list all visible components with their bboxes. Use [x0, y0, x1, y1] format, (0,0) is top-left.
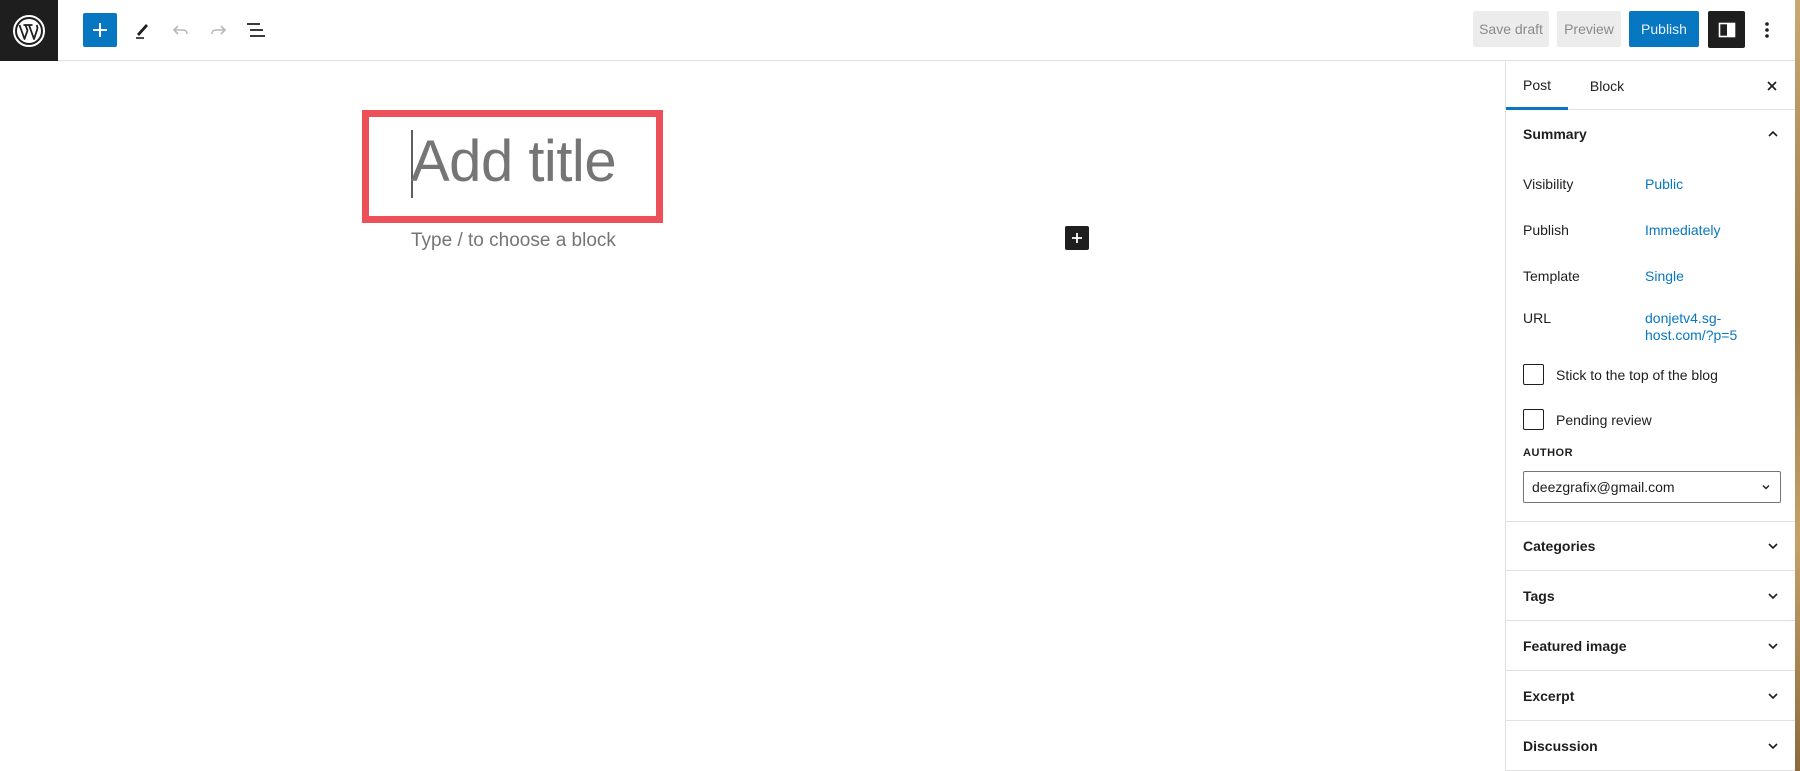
categories-panel-title: Categories	[1523, 538, 1596, 554]
close-sidebar-button[interactable]	[1760, 74, 1784, 98]
publish-button[interactable]: Publish	[1629, 11, 1699, 47]
featured-image-panel-title: Featured image	[1523, 638, 1627, 654]
plus-icon	[1072, 233, 1082, 243]
editor-canvas[interactable]: Add title Type / to choose a block	[0, 62, 1505, 771]
pending-review-label: Pending review	[1556, 412, 1652, 428]
pending-review-checkbox[interactable]	[1523, 409, 1544, 430]
undo-button[interactable]	[164, 13, 198, 47]
template-value-link[interactable]: Single	[1645, 268, 1684, 285]
visibility-label: Visibility	[1523, 176, 1574, 192]
settings-toggle-button[interactable]	[1708, 11, 1745, 48]
author-select[interactable]: deezgrafix@gmail.com	[1523, 471, 1781, 503]
sidebar-toggle-icon	[1718, 22, 1735, 37]
url-line-1: donjetv4.sg-	[1645, 310, 1722, 326]
publish-date-label: Publish	[1523, 222, 1569, 238]
editor-app: Save draft Preview Publish Add title Typ…	[0, 0, 1800, 771]
preview-button[interactable]: Preview	[1557, 11, 1621, 47]
excerpt-panel-title: Excerpt	[1523, 688, 1575, 704]
chevron-down-icon	[1763, 636, 1783, 656]
redo-button[interactable]	[201, 13, 235, 47]
undo-icon	[172, 25, 188, 35]
chevron-down-icon	[1758, 479, 1774, 495]
top-toolbar: Save draft Preview Publish	[0, 0, 1800, 61]
summary-panel-title: Summary	[1523, 126, 1587, 142]
block-appender[interactable]: Type / to choose a block	[411, 230, 616, 252]
pencil-icon	[136, 24, 148, 39]
tab-post[interactable]: Post	[1506, 62, 1568, 110]
discussion-panel-title: Discussion	[1523, 738, 1598, 754]
chevron-down-icon	[1763, 686, 1783, 706]
visibility-value-link[interactable]: Public	[1645, 176, 1683, 193]
summary-panel-header[interactable]: Summary	[1506, 110, 1796, 159]
wordpress-logo-icon[interactable]	[0, 0, 58, 61]
list-view-icon	[247, 23, 265, 37]
tags-panel-title: Tags	[1523, 588, 1555, 604]
categories-panel-header[interactable]: Categories	[1506, 522, 1796, 571]
window-edge	[1795, 0, 1800, 771]
more-vertical-icon	[1765, 22, 1769, 38]
options-menu-button[interactable]	[1755, 13, 1779, 47]
chevron-down-icon	[1763, 586, 1783, 606]
url-value-link[interactable]: donjetv4.sg- host.com/?p=5	[1645, 310, 1737, 344]
add-block-button[interactable]	[1065, 226, 1089, 250]
tags-panel-header[interactable]: Tags	[1506, 572, 1796, 621]
tab-block[interactable]: Block	[1572, 62, 1642, 110]
author-select-value: deezgrafix@gmail.com	[1532, 479, 1675, 495]
plus-icon	[93, 23, 107, 37]
settings-sidebar: Post Block Summary Visibility Public Pub…	[1505, 62, 1796, 771]
sticky-checkbox-label: Stick to the top of the blog	[1556, 367, 1718, 383]
sticky-checkbox[interactable]	[1523, 364, 1544, 385]
author-label: AUTHOR	[1523, 447, 1574, 459]
publish-date-link[interactable]: Immediately	[1645, 222, 1720, 239]
post-title-input[interactable]: Add title	[411, 126, 617, 198]
save-draft-button[interactable]: Save draft	[1473, 11, 1549, 47]
chevron-down-icon	[1763, 536, 1783, 556]
sidebar-tabs: Post Block	[1506, 62, 1796, 110]
redo-icon	[211, 25, 227, 35]
discussion-panel-header[interactable]: Discussion	[1506, 722, 1796, 771]
featured-image-panel-header[interactable]: Featured image	[1506, 622, 1796, 671]
url-label: URL	[1523, 310, 1552, 326]
block-inserter-button[interactable]	[83, 13, 117, 47]
list-view-button[interactable]	[239, 13, 273, 47]
url-line-2: host.com/?p=5	[1645, 327, 1738, 343]
chevron-down-icon	[1763, 736, 1783, 756]
tools-button[interactable]	[125, 13, 159, 47]
close-icon	[1767, 81, 1777, 91]
template-label: Template	[1523, 268, 1580, 284]
excerpt-panel-header[interactable]: Excerpt	[1506, 672, 1796, 721]
chevron-up-icon	[1763, 124, 1783, 144]
